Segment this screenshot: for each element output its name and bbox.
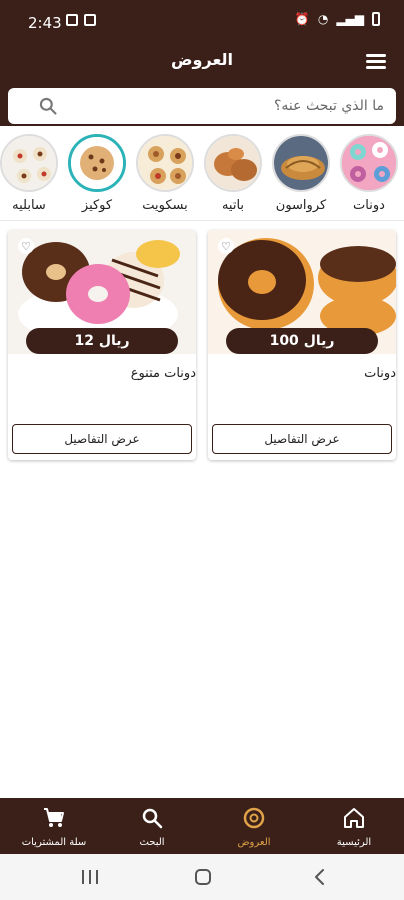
croissant-thumbnail [272, 134, 330, 192]
system-status-icons: ⏰ ◔ ▂▄▆ [295, 12, 380, 26]
home-button-icon[interactable] [195, 869, 211, 885]
product-card[interactable]: ♡ 12 ريال دونات متنوع عرض التفاصيل [8, 230, 196, 460]
category-label: كوكيز [81, 198, 113, 213]
page-title: العروض [171, 50, 233, 69]
view-details-button[interactable]: عرض التفاصيل [212, 424, 392, 454]
app-header: 2:43 ⏰ ◔ ▂▄▆ العروض [0, 0, 404, 126]
category-strip: دونات كرواسون باتيه بسكويت كوكيز سابليه [0, 134, 404, 220]
alarm-icon: ⏰ [294, 12, 310, 26]
category-label: باتيه [221, 198, 245, 213]
status-bar: 2:43 ⏰ ◔ ▂▄▆ [0, 0, 404, 44]
category-pate[interactable]: باتيه [202, 134, 264, 213]
favorite-heart-icon[interactable]: ♡ [18, 238, 34, 254]
nav-label: الرئيسية [336, 837, 372, 848]
search-input[interactable] [68, 88, 384, 124]
bottom-navigation: الرئيسية العروض البحث سلة المشتريات [0, 798, 404, 854]
view-details-button[interactable]: عرض التفاصيل [12, 424, 192, 454]
recent-apps-icon[interactable] [82, 870, 98, 886]
category-label: سابليه [12, 198, 46, 213]
nav-offers[interactable]: العروض [204, 806, 304, 848]
product-price: 12 ريال [26, 328, 178, 354]
sable-thumbnail [0, 134, 58, 192]
notification-icons [66, 14, 96, 26]
search-icon [142, 808, 163, 829]
product-card[interactable]: ♡ 100 ريال دونات عرض التفاصيل [208, 230, 396, 460]
cookies-thumbnail [68, 134, 126, 192]
nav-label: سلة المشتريات [21, 837, 87, 848]
status-time: 2:43 [28, 14, 62, 32]
system-navigation-bar [0, 854, 404, 900]
nav-home[interactable]: الرئيسية [304, 806, 404, 848]
donuts-thumbnail [340, 134, 398, 192]
category-sable[interactable]: سابليه [0, 134, 60, 213]
offers-badge-icon [243, 807, 265, 829]
hamburger-menu-icon[interactable] [366, 54, 386, 70]
gallery-notification-icon [66, 14, 78, 26]
back-chevron-icon[interactable] [310, 867, 330, 887]
wifi-icon: ◔ [317, 12, 329, 26]
search-icon[interactable] [38, 96, 58, 116]
signal-icon: ▂▄▆ [336, 12, 364, 26]
favorite-heart-icon[interactable]: ♡ [218, 238, 234, 254]
home-icon [344, 808, 364, 828]
nav-cart[interactable]: سلة المشتريات [4, 806, 104, 848]
shopping-cart-icon [44, 808, 64, 827]
app-notification-icon [84, 14, 96, 26]
pate-thumbnail [204, 134, 262, 192]
category-label: كرواسون [275, 198, 327, 213]
divider [0, 220, 404, 221]
nav-label: البحث [139, 837, 165, 848]
category-croissant[interactable]: كرواسون [270, 134, 332, 213]
category-label: دونات [353, 198, 385, 213]
category-donuts[interactable]: دونات [338, 134, 400, 213]
category-label: بسكويت [142, 198, 188, 213]
search-bar [8, 88, 396, 124]
biscuits-thumbnail [136, 134, 194, 192]
product-price: 100 ريال [226, 328, 378, 354]
product-name: دونات [364, 366, 396, 381]
battery-icon [372, 12, 380, 26]
nav-search[interactable]: البحث [102, 806, 202, 848]
product-name: دونات متنوع [130, 366, 196, 381]
category-cookies[interactable]: كوكيز [66, 134, 128, 213]
nav-label: العروض [237, 837, 271, 848]
category-biscuits[interactable]: بسكويت [134, 134, 196, 213]
